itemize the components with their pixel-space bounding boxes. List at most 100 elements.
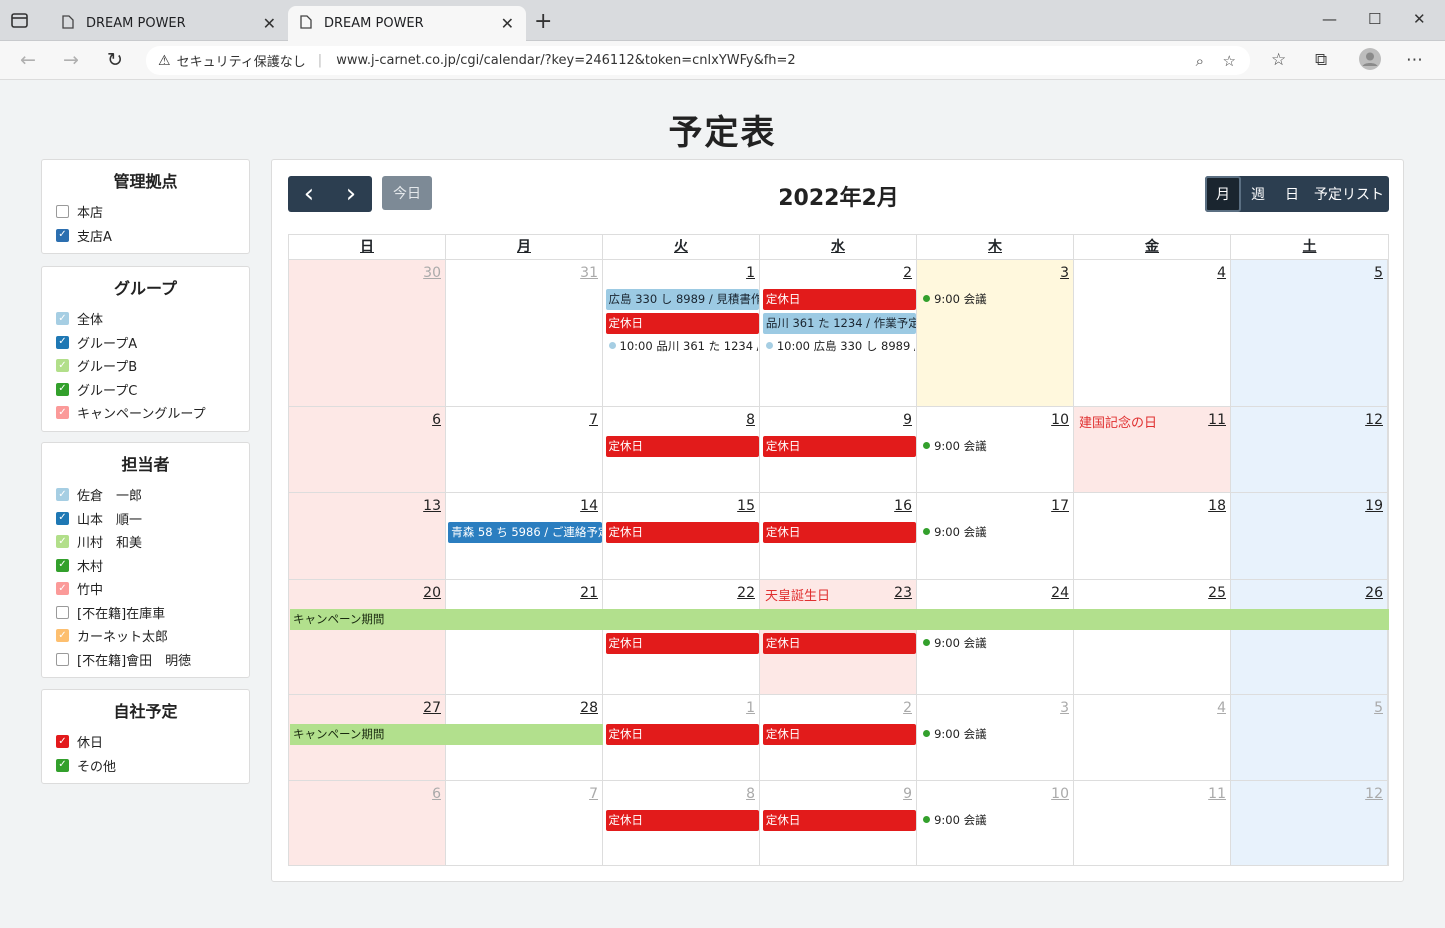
view-month-button[interactable]: 月 <box>1205 176 1241 212</box>
holiday-event[interactable]: 定休日 <box>605 436 759 457</box>
day-number-link[interactable]: 9 <box>903 786 912 802</box>
holiday-event[interactable]: 定休日 <box>762 436 917 457</box>
timed-event[interactable]: 9:00 会議 <box>923 290 1072 308</box>
filter-checkbox-item[interactable]: ✓ 支店A <box>56 224 235 248</box>
day-number-link[interactable]: 22 <box>737 585 755 601</box>
day-number-link[interactable]: 23 <box>894 585 912 601</box>
filter-checkbox-item[interactable]: ✓ グループB <box>56 354 235 378</box>
weekday-header-cell[interactable]: 月 <box>446 235 603 259</box>
day-number-link[interactable]: 15 <box>737 498 755 514</box>
checkbox-checked-icon[interactable]: ✓ <box>56 382 69 396</box>
filter-checkbox-item[interactable]: [不在籍]會田 明徳 <box>56 648 235 672</box>
timed-event[interactable]: 9:00 会議 <box>923 523 1072 541</box>
day-number-link[interactable]: 4 <box>1217 700 1226 716</box>
day-cell[interactable]: 4 <box>1074 260 1231 406</box>
day-number-link[interactable]: 11 <box>1208 412 1226 428</box>
checkbox-checked-icon[interactable]: ✓ <box>56 629 69 643</box>
day-number-link[interactable]: 16 <box>894 498 912 514</box>
weekday-header-cell[interactable]: 日 <box>289 235 446 259</box>
checkbox-checked-icon[interactable]: ✓ <box>56 335 69 349</box>
day-number-link[interactable]: 10 <box>1051 786 1069 802</box>
day-number-link[interactable]: 2 <box>903 700 912 716</box>
checkbox-checked-icon[interactable]: ✓ <box>56 582 69 596</box>
browser-tab-active[interactable]: DREAM POWER ✕ <box>288 6 526 41</box>
filter-checkbox-item[interactable]: ✓ 全体 <box>56 307 235 331</box>
filter-checkbox-item[interactable]: ✓ 木村 <box>56 554 235 578</box>
day-number-link[interactable]: 30 <box>423 265 441 281</box>
day-cell[interactable]: 18 <box>1074 493 1231 579</box>
filter-checkbox-item[interactable]: ✓ グループC <box>56 378 235 402</box>
timed-event[interactable]: 9:00 会議 <box>923 725 1072 743</box>
day-cell[interactable]: 20 <box>289 580 446 694</box>
day-number-link[interactable]: 13 <box>423 498 441 514</box>
day-number-link[interactable]: 9 <box>903 412 912 428</box>
day-number-link[interactable]: 21 <box>580 585 598 601</box>
filter-checkbox-item[interactable]: ✓ 川村 和美 <box>56 530 235 554</box>
day-cell[interactable]: 11 <box>1074 781 1231 865</box>
back-icon[interactable]: ← <box>20 49 36 71</box>
checkbox-checked-icon[interactable]: ✓ <box>56 511 69 525</box>
day-cell[interactable]: 5 <box>1231 695 1388 780</box>
day-cell[interactable]: 3 <box>917 260 1074 406</box>
filter-checkbox-item[interactable]: ✓ 竹中 <box>56 577 235 601</box>
forward-icon[interactable]: → <box>63 49 79 71</box>
checkbox-empty-icon[interactable] <box>56 205 69 219</box>
filter-checkbox-item[interactable]: ✓ 佐倉 一郎 <box>56 483 235 507</box>
day-cell[interactable]: 30 <box>289 260 446 406</box>
day-number-link[interactable]: 8 <box>746 786 755 802</box>
day-number-link[interactable]: 4 <box>1217 265 1226 281</box>
day-cell[interactable]: 13 <box>289 493 446 579</box>
holiday-event[interactable]: 定休日 <box>762 289 917 310</box>
timed-event[interactable]: 9:00 会議 <box>923 634 1072 652</box>
tab-actions-icon[interactable] <box>10 12 30 30</box>
day-cell[interactable]: 6 <box>289 781 446 865</box>
day-number-link[interactable]: 31 <box>580 265 598 281</box>
reload-icon[interactable]: ↻ <box>107 49 123 71</box>
new-tab-icon[interactable]: + <box>534 11 552 33</box>
day-number-link[interactable]: 14 <box>580 498 598 514</box>
checkbox-checked-icon[interactable]: ✓ <box>56 735 69 749</box>
day-cell[interactable]: 26 <box>1231 580 1388 694</box>
day-cell[interactable]: 19 <box>1231 493 1388 579</box>
day-number-link[interactable]: 24 <box>1051 585 1069 601</box>
campaign-event-bar[interactable]: キャンペーン期間 <box>290 724 603 745</box>
holiday-event[interactable]: 定休日 <box>605 810 759 831</box>
campaign-event-bar[interactable]: キャンペーン期間 <box>290 609 1389 630</box>
weekday-header-cell[interactable]: 木 <box>917 235 1074 259</box>
checkbox-checked-icon[interactable]: ✓ <box>56 488 69 502</box>
day-cell[interactable]: 6 <box>289 407 446 492</box>
holiday-event[interactable]: 定休日 <box>762 632 917 654</box>
calendar-event[interactable]: 広島 330 し 8989 / 見積書作成 <box>605 289 759 310</box>
close-tab-icon[interactable]: ✕ <box>501 14 514 33</box>
day-number-link[interactable]: 6 <box>432 412 441 428</box>
filter-checkbox-item[interactable]: 本店 <box>56 200 235 224</box>
filter-checkbox-item[interactable]: [不在籍]在庫車 <box>56 601 235 625</box>
day-number-link[interactable]: 1 <box>746 265 755 281</box>
filter-checkbox-item[interactable]: ✓ その他 <box>56 754 235 778</box>
day-number-link[interactable]: 18 <box>1208 498 1226 514</box>
checkbox-checked-icon[interactable]: ✓ <box>56 312 69 326</box>
checkbox-empty-icon[interactable] <box>56 652 69 666</box>
view-list-button[interactable]: 予定リスト <box>1309 176 1389 212</box>
weekday-header-cell[interactable]: 火 <box>603 235 760 259</box>
timed-event[interactable]: 10:00 品川 361 た 1234 / 入庫 <box>608 337 758 355</box>
day-cell[interactable]: 5 <box>1231 260 1388 406</box>
weekday-header-cell[interactable]: 金 <box>1074 235 1231 259</box>
holiday-event[interactable]: 定休日 <box>605 312 759 334</box>
holiday-event[interactable]: 定休日 <box>605 632 759 654</box>
day-number-link[interactable]: 3 <box>1060 265 1069 281</box>
filter-checkbox-item[interactable]: ✓ キャンペーングループ <box>56 401 235 425</box>
filter-checkbox-item[interactable]: ✓ カーネット太郎 <box>56 624 235 648</box>
holiday-event[interactable]: 定休日 <box>605 522 759 543</box>
filter-checkbox-item[interactable]: ✓ 山本 順一 <box>56 507 235 531</box>
filter-checkbox-item[interactable]: ✓ 休日 <box>56 730 235 754</box>
zoom-icon[interactable]: ⌕ <box>1196 52 1204 70</box>
holiday-event[interactable]: 定休日 <box>762 724 917 745</box>
filter-checkbox-item[interactable]: ✓ グループA <box>56 331 235 355</box>
day-cell[interactable]: 25 <box>1074 580 1231 694</box>
close-tab-icon[interactable]: ✕ <box>263 14 276 33</box>
day-cell[interactable]: 7 <box>446 407 603 492</box>
day-number-link[interactable]: 27 <box>423 700 441 716</box>
weekday-header-cell[interactable]: 水 <box>760 235 917 259</box>
timed-event[interactable]: 10:00 広島 330 し 8989 / 見積 <box>765 337 915 355</box>
